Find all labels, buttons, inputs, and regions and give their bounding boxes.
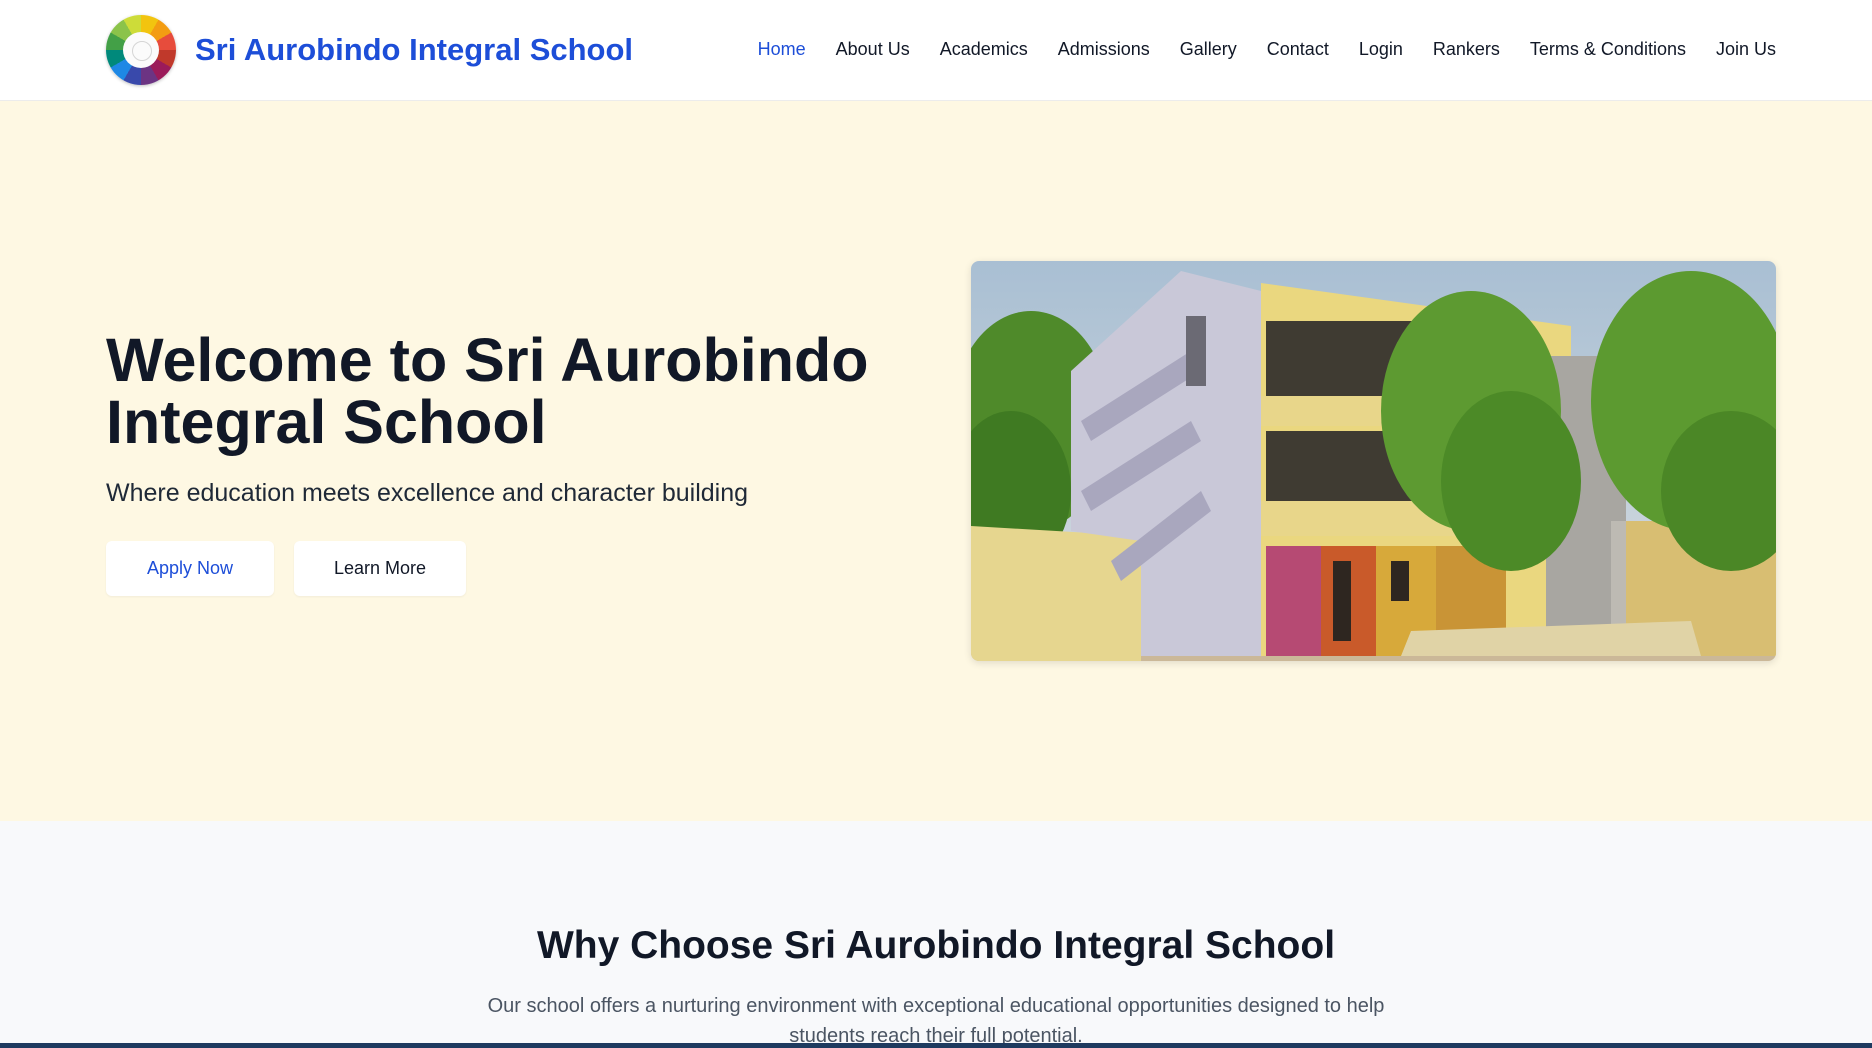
logo-center [123, 32, 159, 68]
hero-section: Welcome to Sri Aurobindo Integral School… [0, 101, 1872, 821]
school-building-image [971, 261, 1776, 661]
nav-rankers[interactable]: Rankers [1433, 39, 1500, 60]
nav-login[interactable]: Login [1359, 39, 1403, 60]
nav-join-us[interactable]: Join Us [1716, 39, 1776, 60]
nav-gallery[interactable]: Gallery [1180, 39, 1237, 60]
site-header: Sri Aurobindo Integral School Home About… [0, 0, 1872, 101]
why-choose-section: Why Choose Sri Aurobindo Integral School… [0, 821, 1872, 1048]
why-choose-text: Our school offers a nurturing environmen… [487, 995, 1385, 1047]
apply-now-button[interactable]: Apply Now [106, 541, 274, 596]
nav-about-us[interactable]: About Us [836, 39, 910, 60]
bottom-edge-bar [0, 1043, 1872, 1048]
hero-title: Welcome to Sri Aurobindo Integral School [106, 326, 869, 456]
why-choose-title: Why Choose Sri Aurobindo Integral School [536, 924, 1336, 967]
school-logo-icon[interactable] [106, 15, 176, 85]
main-nav: Home About Us Academics Admissions Galle… [758, 39, 1776, 60]
brand-name[interactable]: Sri Aurobindo Integral School [195, 32, 633, 68]
learn-more-button[interactable]: Learn More [294, 541, 466, 596]
nav-terms-conditions[interactable]: Terms & Conditions [1530, 39, 1686, 60]
nav-academics[interactable]: Academics [940, 39, 1028, 60]
hero-subtitle: Where education meets excellence and cha… [106, 479, 749, 507]
nav-admissions[interactable]: Admissions [1058, 39, 1150, 60]
nav-contact[interactable]: Contact [1267, 39, 1329, 60]
nav-home[interactable]: Home [758, 39, 806, 60]
